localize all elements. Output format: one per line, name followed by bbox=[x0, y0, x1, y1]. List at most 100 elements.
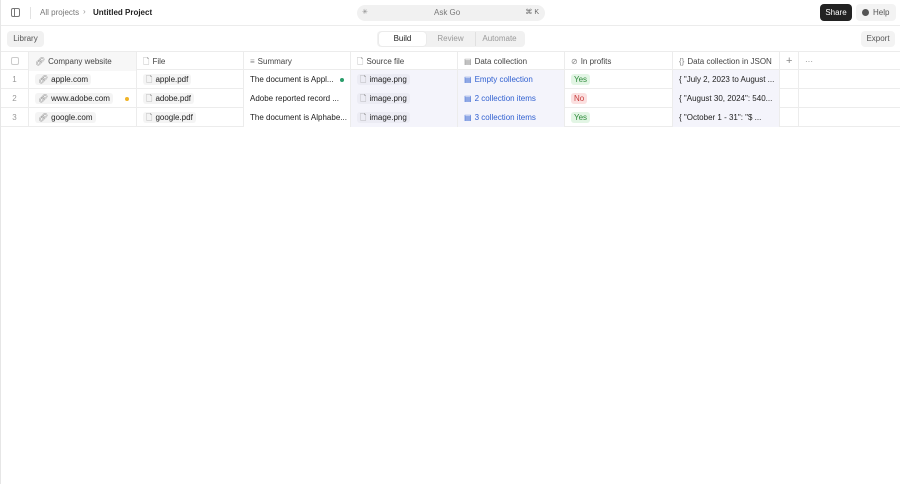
collection-cell[interactable]: ▤ 3 collection items bbox=[458, 108, 565, 127]
check-circle-icon: ⊘ bbox=[571, 57, 578, 66]
empty-cell bbox=[780, 70, 799, 89]
column-header[interactable]: {} Data collection in JSON bbox=[673, 52, 780, 71]
file-icon: 🗋 bbox=[143, 57, 150, 66]
link-icon: 🔗︎ bbox=[38, 75, 49, 84]
profits-badge: Yes bbox=[571, 74, 591, 85]
file-cell[interactable]: 🗋 apple.pdf bbox=[137, 70, 244, 89]
divider bbox=[30, 7, 31, 19]
database-icon: ▤ bbox=[464, 113, 472, 122]
json-cell[interactable]: { "July 2, 2023 to August ... bbox=[673, 70, 780, 89]
table-header: 🔗︎ Company website 🗋 File ≡ Summary 🗋 Source… bbox=[1, 51, 900, 71]
file-cell[interactable]: 🗋 adobe.pdf bbox=[137, 89, 244, 108]
source-file-cell[interactable]: 🗋 image.png bbox=[351, 70, 458, 89]
link-icon: 🔗︎ bbox=[35, 57, 46, 66]
tab-automate[interactable]: Automate bbox=[475, 32, 523, 46]
project-title: Untitled Project bbox=[93, 8, 153, 17]
help-label: Help bbox=[873, 8, 890, 17]
tab-review[interactable]: Review bbox=[427, 32, 474, 46]
summary-cell[interactable]: The document is Appl... bbox=[244, 70, 351, 89]
file-icon: 🗋 bbox=[357, 57, 364, 66]
summary-cell[interactable]: The document is Alphabe... bbox=[244, 108, 351, 127]
database-icon: ▤ bbox=[464, 94, 472, 103]
website-cell[interactable]: 🔗︎ apple.com bbox=[29, 70, 137, 89]
json-cell[interactable]: { "August 30, 2024": 540... bbox=[673, 89, 780, 108]
source-file-cell[interactable]: 🗋 image.png bbox=[351, 89, 458, 108]
row-number: 2 bbox=[1, 89, 29, 108]
collection-cell[interactable]: ▤ Empty collection bbox=[458, 70, 565, 89]
empty-cell bbox=[780, 89, 799, 108]
collection-link[interactable]: 3 collection items bbox=[475, 113, 536, 122]
sparkle-icon: ✳ bbox=[362, 9, 368, 16]
source-file-name[interactable]: image.png bbox=[369, 75, 406, 84]
profits-cell[interactable]: Yes bbox=[565, 70, 673, 89]
source-file-name[interactable]: image.png bbox=[369, 113, 406, 122]
summary-text: Adobe reported record ... bbox=[250, 94, 339, 103]
shortcut-hint: ⌘ K bbox=[525, 9, 539, 16]
ask-go-search[interactable]: ✳ Ask Go ⌘ K bbox=[357, 5, 545, 21]
empty-cell bbox=[780, 108, 799, 127]
json-preview: { "August 30, 2024": 540... bbox=[679, 94, 773, 103]
summary-text: The document is Appl... bbox=[250, 75, 334, 84]
file-cell[interactable]: 🗋 google.pdf bbox=[137, 108, 244, 127]
link-icon: 🔗︎ bbox=[38, 94, 49, 103]
source-file-name[interactable]: image.png bbox=[369, 94, 406, 103]
database-icon: ▤ bbox=[464, 75, 472, 84]
file-icon: 🗋 bbox=[146, 94, 153, 103]
file-icon: 🗋 bbox=[360, 94, 367, 103]
website-link[interactable]: apple.com bbox=[51, 75, 88, 84]
mode-tabs: Build Review Automate bbox=[377, 31, 525, 47]
summary-text: The document is Alphabe... bbox=[250, 113, 347, 122]
json-preview: { "July 2, 2023 to August ... bbox=[679, 75, 775, 84]
row-number: 1 bbox=[1, 70, 29, 89]
chevron-right-icon: › bbox=[83, 7, 86, 16]
collection-link[interactable]: 2 collection items bbox=[475, 94, 536, 103]
help-button[interactable]: Help bbox=[856, 4, 896, 21]
column-header[interactable]: ≡ Summary bbox=[244, 52, 351, 71]
column-header[interactable]: 🗋 File bbox=[137, 52, 244, 71]
website-cell[interactable]: 🔗︎ google.com bbox=[29, 108, 137, 127]
website-cell[interactable]: 🔗︎ www.adobe.com bbox=[29, 89, 137, 108]
json-cell[interactable]: { "October 1 - 31": "$ ... bbox=[673, 108, 780, 127]
column-header[interactable]: ⊘ In profits bbox=[565, 52, 673, 71]
more-options-button[interactable]: ··· bbox=[799, 52, 821, 71]
top-bar: All projects › Untitled Project ✳ Ask Go… bbox=[1, 0, 900, 26]
breadcrumb-all-projects[interactable]: All projects bbox=[40, 8, 79, 17]
profits-cell[interactable]: Yes bbox=[565, 108, 673, 127]
file-icon: 🗋 bbox=[360, 75, 367, 84]
table-row[interactable]: 3 🔗︎ google.com 🗋 google.pdf The document … bbox=[1, 108, 900, 127]
collection-cell[interactable]: ▤ 2 collection items bbox=[458, 89, 565, 108]
json-preview: { "October 1 - 31": "$ ... bbox=[679, 113, 762, 122]
row-number: 3 bbox=[1, 108, 29, 127]
file-icon: 🗋 bbox=[146, 113, 153, 122]
share-button[interactable]: Share bbox=[820, 4, 852, 21]
sidebar-toggle-icon[interactable] bbox=[11, 8, 20, 17]
file-icon: 🗋 bbox=[146, 75, 153, 84]
collection-link[interactable]: Empty collection bbox=[475, 75, 533, 84]
status-dot bbox=[125, 97, 129, 101]
profits-cell[interactable]: No bbox=[565, 89, 673, 108]
library-button[interactable]: Library bbox=[7, 31, 44, 47]
profits-badge: Yes bbox=[571, 112, 591, 123]
text-lines-icon: ≡ bbox=[250, 57, 255, 66]
table-row[interactable]: 1 🔗︎ apple.com 🗋 apple.pdf The document is… bbox=[1, 70, 900, 89]
column-header[interactable]: 🔗︎ Company website bbox=[29, 52, 137, 71]
column-header[interactable]: 🗋 Source file bbox=[351, 52, 458, 71]
link-icon: 🔗︎ bbox=[38, 113, 49, 122]
braces-icon: {} bbox=[679, 57, 685, 66]
website-link[interactable]: www.adobe.com bbox=[51, 94, 110, 103]
file-name[interactable]: google.pdf bbox=[155, 113, 192, 122]
table-row[interactable]: 2 🔗︎ www.adobe.com 🗋 adobe.pdf Adobe repor… bbox=[1, 89, 900, 108]
database-icon: ▤ bbox=[464, 57, 472, 66]
column-header[interactable]: ▤ Data collection bbox=[458, 52, 565, 71]
file-name[interactable]: apple.pdf bbox=[155, 75, 188, 84]
export-button[interactable]: Export bbox=[861, 31, 895, 47]
source-file-cell[interactable]: 🗋 image.png bbox=[351, 108, 458, 127]
tab-build[interactable]: Build bbox=[379, 32, 426, 46]
profits-badge: No bbox=[571, 93, 588, 104]
select-all-checkbox[interactable] bbox=[1, 52, 29, 71]
summary-cell[interactable]: Adobe reported record ... bbox=[244, 89, 351, 108]
ask-placeholder: Ask Go bbox=[434, 8, 461, 17]
file-name[interactable]: adobe.pdf bbox=[155, 94, 191, 103]
website-link[interactable]: google.com bbox=[51, 113, 92, 122]
add-column-button[interactable]: + bbox=[780, 52, 799, 71]
